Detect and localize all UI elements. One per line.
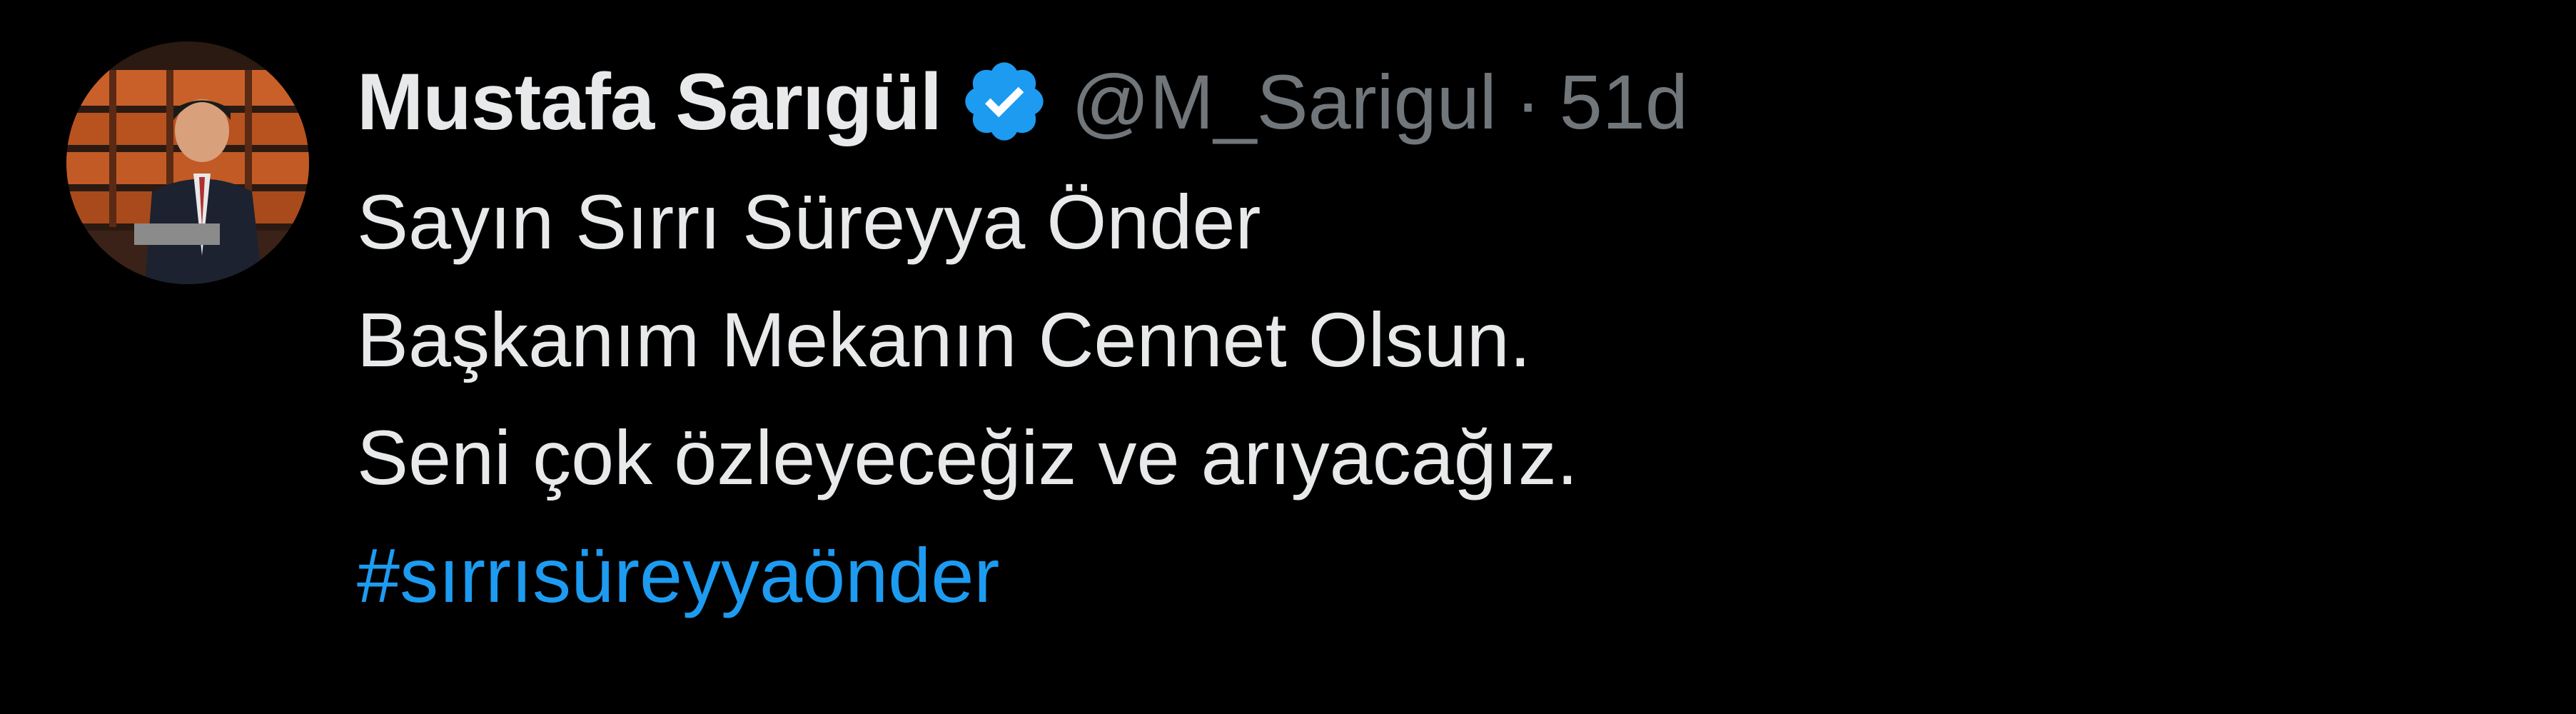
tweet-content: Mustafa Sarıgül @M_Sarigul · 51d Sayın S…: [357, 44, 2498, 634]
hashtag-link[interactable]: #sırrısüreyyaönder: [357, 516, 999, 634]
author-avatar[interactable]: [66, 41, 309, 284]
tweet-text: Sayın Sırrı Süreyya Önder Başkanım Mekan…: [357, 163, 2498, 634]
tweet-timestamp[interactable]: 51d: [1560, 57, 1688, 146]
avatar-photo: [66, 41, 309, 284]
header-separator: ·: [1515, 58, 1541, 145]
tweet-text-line: Başkanım Mekanın Cennet Olsun.: [357, 296, 1531, 383]
verified-badge-icon[interactable]: [959, 56, 1050, 147]
tweet-text-line: Sayın Sırrı Süreyya Önder: [357, 178, 1261, 265]
author-handle[interactable]: @M_Sarigul: [1071, 57, 1497, 146]
author-display-name[interactable]: Mustafa Sarıgül: [357, 56, 942, 148]
tweet[interactable]: Mustafa Sarıgül @M_Sarigul · 51d Sayın S…: [0, 0, 2576, 714]
tweet-header: Mustafa Sarıgül @M_Sarigul · 51d: [357, 44, 2498, 159]
tweet-text-line: Seni çok özleyeceğiz ve arıyacağız.: [357, 414, 1578, 501]
